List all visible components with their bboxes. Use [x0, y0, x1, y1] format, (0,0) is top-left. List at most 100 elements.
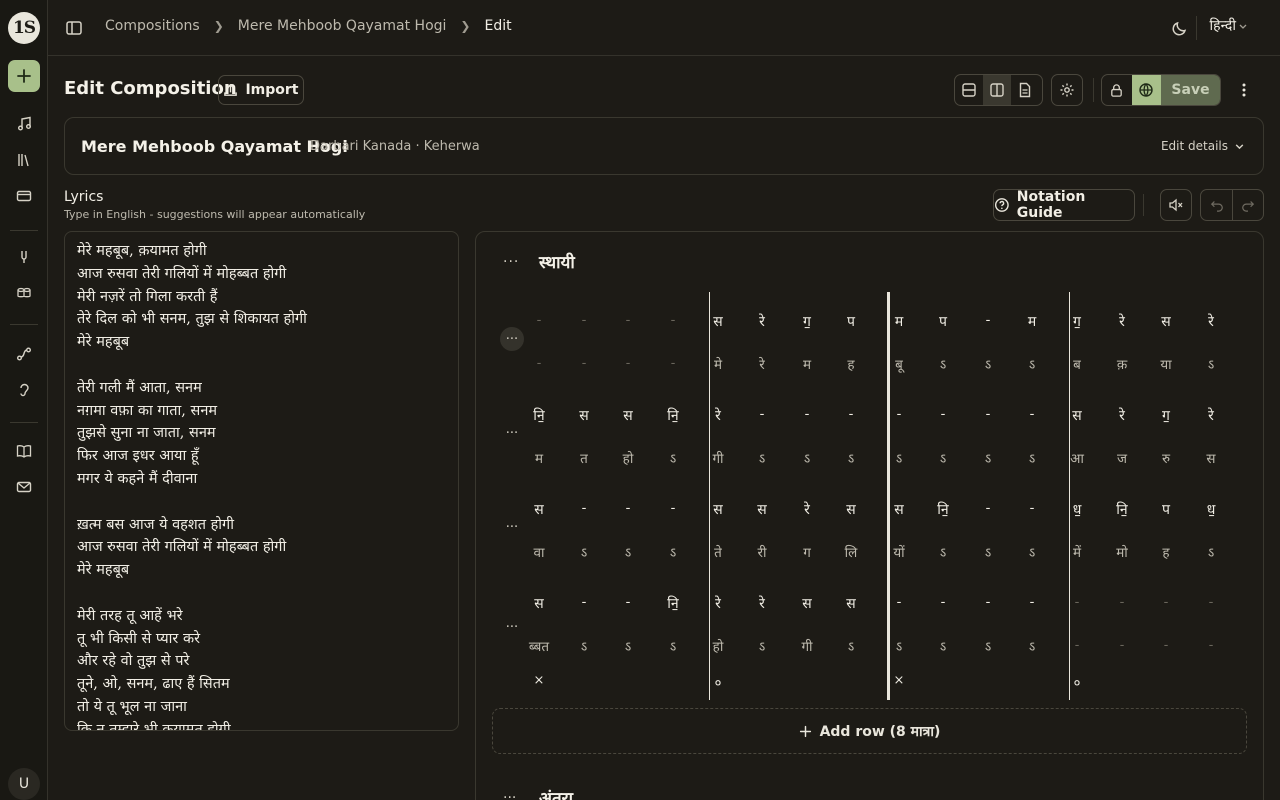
- lyric-syllable-cell[interactable]: मो: [1104, 543, 1140, 561]
- lyric-syllable-cell[interactable]: बू: [881, 355, 917, 373]
- lyric-syllable-cell[interactable]: ऽ: [1014, 637, 1050, 655]
- lyric-syllable-cell[interactable]: ते: [700, 543, 736, 561]
- lyric-syllable-cell[interactable]: ऽ: [655, 543, 691, 561]
- swara-cell[interactable]: रे: [703, 594, 733, 613]
- lyric-syllable-cell[interactable]: ऽ: [744, 449, 780, 467]
- add-row-button[interactable]: Add row (8 मात्रा): [492, 708, 1247, 754]
- swara-cell[interactable]: स: [1151, 312, 1181, 331]
- swara-cell[interactable]: -: [973, 594, 1003, 610]
- swara-cell[interactable]: रे: [1107, 312, 1137, 331]
- more-options-icon[interactable]: [1234, 80, 1254, 100]
- swara-cell[interactable]: -: [1107, 594, 1137, 610]
- lyric-syllable-cell[interactable]: गी: [789, 637, 825, 655]
- swara-cell[interactable]: स: [836, 594, 866, 613]
- lyric-syllable-cell[interactable]: में: [1059, 543, 1095, 561]
- lyric-syllable-cell[interactable]: ऽ: [833, 449, 869, 467]
- lyric-syllable-cell[interactable]: ग: [789, 543, 825, 561]
- lyric-syllable-cell[interactable]: -: [655, 355, 691, 371]
- edit-details-button[interactable]: Edit details: [1161, 139, 1245, 153]
- swara-cell[interactable]: म: [1017, 312, 1047, 331]
- lyric-syllable-cell[interactable]: रे: [744, 355, 780, 373]
- lyric-syllable-cell[interactable]: ऽ: [881, 449, 917, 467]
- lyric-syllable-cell[interactable]: ऽ: [566, 637, 602, 655]
- swara-cell[interactable]: रे: [703, 406, 733, 425]
- app-logo[interactable]: 1S: [8, 12, 40, 44]
- swara-cell[interactable]: रे: [1107, 406, 1137, 425]
- swara-cell[interactable]: स: [613, 406, 643, 425]
- lyric-syllable-cell[interactable]: यों: [881, 543, 917, 561]
- swara-cell[interactable]: -: [1151, 594, 1181, 610]
- swara-cell[interactable]: -: [658, 500, 688, 516]
- swara-cell[interactable]: ध॒: [1062, 500, 1092, 519]
- card-icon[interactable]: [14, 186, 34, 206]
- lyric-syllable-cell[interactable]: -: [1193, 637, 1229, 653]
- swara-cell[interactable]: ध॒: [1196, 500, 1226, 519]
- swara-cell[interactable]: -: [973, 312, 1003, 328]
- lyric-syllable-cell[interactable]: -: [1148, 637, 1184, 653]
- swara-cell[interactable]: -: [1017, 500, 1047, 516]
- swara-cell[interactable]: -: [1196, 594, 1226, 610]
- lyric-syllable-cell[interactable]: ऽ: [1193, 543, 1229, 561]
- swara-cell[interactable]: रे: [747, 594, 777, 613]
- book-icon[interactable]: [14, 441, 34, 461]
- lyric-syllable-cell[interactable]: ऽ: [1193, 355, 1229, 373]
- swara-cell[interactable]: स: [703, 500, 733, 519]
- lyric-syllable-cell[interactable]: ऽ: [970, 355, 1006, 373]
- lyric-syllable-cell[interactable]: क़: [1104, 355, 1140, 373]
- swara-cell[interactable]: ग॒: [1062, 312, 1092, 331]
- lyric-syllable-cell[interactable]: या: [1148, 355, 1184, 373]
- lyric-syllable-cell[interactable]: त: [566, 449, 602, 467]
- swara-cell[interactable]: -: [613, 594, 643, 610]
- layout-stacked-button[interactable]: [955, 75, 983, 105]
- lyric-syllable-cell[interactable]: ऽ: [610, 637, 646, 655]
- tuning-fork-icon[interactable]: [14, 247, 34, 267]
- swara-cell[interactable]: -: [613, 312, 643, 328]
- lyric-syllable-cell[interactable]: -: [521, 355, 557, 371]
- section-options-icon[interactable]: ···: [503, 254, 519, 270]
- lyric-syllable-cell[interactable]: हो: [610, 449, 646, 467]
- mail-icon[interactable]: [14, 477, 34, 497]
- lyric-syllable-cell[interactable]: -: [566, 355, 602, 371]
- swara-cell[interactable]: -: [524, 312, 554, 328]
- swara-cell[interactable]: स: [884, 500, 914, 519]
- lyric-syllable-cell[interactable]: ऽ: [744, 637, 780, 655]
- swara-cell[interactable]: -: [1017, 406, 1047, 422]
- layout-split-button[interactable]: [983, 75, 1011, 105]
- swara-cell[interactable]: म: [884, 312, 914, 331]
- row-options-icon[interactable]: ···: [500, 518, 524, 536]
- lyric-syllable-cell[interactable]: -: [1059, 637, 1095, 653]
- ear-icon[interactable]: [14, 380, 34, 400]
- lyrics-textarea[interactable]: मेरे महबूब, क़यामत होगी आज रुसवा तेरी गलि…: [64, 231, 459, 731]
- undo-button[interactable]: [1201, 190, 1232, 220]
- swara-cell[interactable]: नि॒: [658, 594, 688, 613]
- music-note-icon[interactable]: [14, 114, 34, 134]
- lyric-syllable-cell[interactable]: ऽ: [925, 355, 961, 373]
- swara-cell[interactable]: रे: [1196, 406, 1226, 425]
- lyric-syllable-cell[interactable]: री: [744, 543, 780, 561]
- swara-cell[interactable]: नि॒: [1107, 500, 1137, 519]
- swara-cell[interactable]: -: [569, 312, 599, 328]
- lyric-syllable-cell[interactable]: ह: [833, 355, 869, 373]
- import-button[interactable]: Import: [218, 75, 304, 105]
- library-icon[interactable]: [14, 150, 34, 170]
- lyric-syllable-cell[interactable]: ऽ: [655, 449, 691, 467]
- new-composition-button[interactable]: [8, 60, 40, 92]
- lyric-syllable-cell[interactable]: ऽ: [970, 449, 1006, 467]
- breadcrumb-composition[interactable]: Mere Mehboob Qayamat Hogi: [238, 18, 447, 34]
- notation-guide-button[interactable]: Notation Guide: [993, 189, 1135, 221]
- breadcrumb-compositions[interactable]: Compositions: [105, 18, 200, 34]
- swara-cell[interactable]: -: [569, 594, 599, 610]
- swara-cell[interactable]: -: [973, 406, 1003, 422]
- swara-cell[interactable]: नि॒: [928, 500, 958, 519]
- swara-cell[interactable]: प: [836, 312, 866, 331]
- lyric-syllable-cell[interactable]: ऽ: [925, 637, 961, 655]
- swara-cell[interactable]: -: [884, 594, 914, 610]
- swara-cell[interactable]: प: [1151, 500, 1181, 519]
- lyric-syllable-cell[interactable]: ऽ: [970, 637, 1006, 655]
- swara-cell[interactable]: -: [747, 406, 777, 422]
- mute-button[interactable]: [1160, 189, 1192, 221]
- swara-cell[interactable]: -: [1017, 594, 1047, 610]
- public-toggle-button[interactable]: [1131, 75, 1161, 105]
- lyric-syllable-cell[interactable]: म: [521, 449, 557, 467]
- swara-cell[interactable]: रे: [792, 500, 822, 519]
